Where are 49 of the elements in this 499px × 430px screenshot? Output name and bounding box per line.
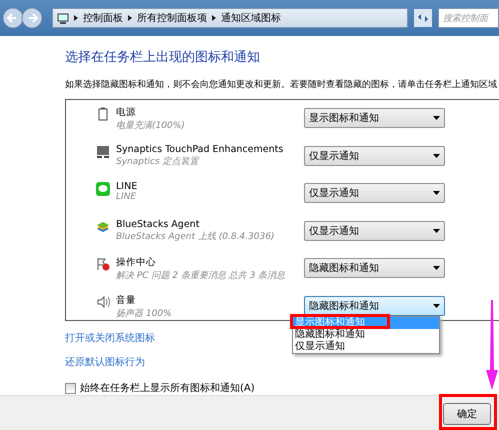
breadcrumb-item[interactable]: 控制面板 — [83, 11, 123, 25]
chat-icon — [96, 182, 110, 196]
caret-icon — [433, 154, 440, 158]
item-detail: Synaptics 定点装置 — [116, 156, 200, 168]
caret-icon — [433, 116, 440, 120]
behavior-dropdown[interactable]: 隐藏图标和通知 — [304, 258, 445, 278]
dropdown-option[interactable]: 仅显示通知 — [293, 340, 439, 352]
chevron-icon — [128, 15, 132, 21]
checkbox[interactable] — [65, 382, 76, 394]
behavior-dropdown[interactable]: 仅显示通知 — [304, 183, 445, 203]
item-name: 操作中心 — [116, 256, 157, 269]
item-detail: 电量充满(100%) — [116, 120, 186, 132]
breadcrumb-item[interactable]: 所有控制面板项 — [137, 11, 207, 25]
layers-icon — [96, 220, 110, 234]
breadcrumb-item[interactable]: 通知区域图标 — [221, 11, 281, 25]
item-name: 音量 — [116, 294, 137, 306]
address-bar[interactable]: 控制面板 所有控制面板项 通知区域图标 — [52, 8, 408, 28]
caret-icon — [433, 266, 440, 270]
back-forward-buttons[interactable] — [2, 6, 44, 30]
item-name: Synaptics TouchPad Enhancements — [116, 144, 284, 154]
speaker-icon — [96, 294, 110, 308]
computer-icon — [57, 12, 69, 24]
chevron-icon — [74, 15, 78, 21]
caret-icon — [433, 191, 440, 195]
page-heading: 选择在任务栏上出现的图标和通知 — [65, 49, 261, 66]
ok-button[interactable]: 确定 — [443, 403, 491, 425]
item-name: 电源 — [116, 106, 137, 119]
battery-icon — [96, 107, 110, 121]
item-name: LINE — [116, 181, 138, 192]
system-icons-link[interactable]: 打开或关闭系统图标 — [65, 331, 155, 345]
behavior-dropdown[interactable]: 显示图标和通知 — [304, 108, 445, 128]
dropdown-option[interactable]: 隐藏图标和通知 — [293, 328, 439, 340]
always-show-option[interactable]: 始终在任务栏上显示所有图标和通知(A) — [65, 381, 499, 395]
chevron-icon — [212, 15, 216, 21]
restore-defaults-link[interactable]: 还原默认图标行为 — [65, 355, 145, 369]
behavior-dropdown[interactable]: 仅显示通知 — [304, 220, 445, 240]
caret-icon — [433, 304, 440, 308]
item-detail: LINE — [116, 192, 138, 202]
flag-icon — [96, 257, 110, 271]
touchpad-icon — [96, 144, 110, 158]
item-detail: 解决 PC 问题 2 条重要消息 总共 3 条消息 — [116, 270, 286, 282]
item-detail: BlueStacks Agent 上线 (0.8.4.3036) — [116, 230, 276, 242]
checkbox-label: 始终在任务栏上显示所有图标和通知(A) — [80, 382, 255, 395]
description-text: 如果选择隐藏图标和通知，则不会向您通知更改和更新。若要随时查看隐藏的图标，请单击任务栏上通知区域 — [65, 78, 498, 91]
item-detail: 扬声器 100% — [116, 308, 173, 320]
behavior-dropdown[interactable]: 仅显示通知 — [304, 146, 445, 166]
item-name: BlueStacks Agent — [116, 218, 200, 230]
refresh-icon[interactable] — [414, 9, 432, 27]
caret-icon — [433, 228, 440, 232]
